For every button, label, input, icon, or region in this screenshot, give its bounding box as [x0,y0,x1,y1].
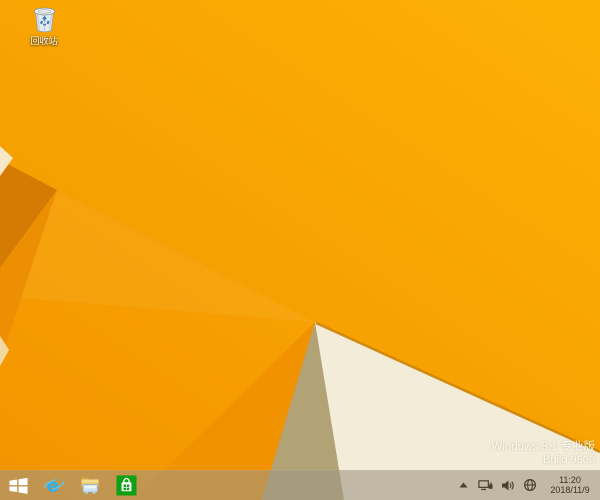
volume-icon [501,480,514,490]
windows-start-icon [8,477,28,494]
show-hidden-icons-button[interactable] [456,470,471,500]
show-hidden-icons-icon [459,482,468,488]
windows-store-button[interactable] [108,470,144,500]
svg-text:e: e [47,475,59,496]
file-explorer-button[interactable] [72,470,108,500]
input-indicator-icon [523,478,536,492]
clock-time: 11:20 [559,474,581,485]
network-icon [478,479,493,490]
desktop-icon-label: 回收站 [30,36,58,46]
clock-date: 2018/11/9 [550,485,590,495]
desktop[interactable]: 回收站 Windows 8.1 专业版 Build 9600 e 11:20 2… [0,0,600,500]
windows-store-icon [115,474,137,496]
network-tray-button[interactable] [478,470,493,500]
wallpaper-image [0,0,600,500]
taskbar-clock[interactable]: 11:20 2018/11/9 [544,475,596,496]
taskbar[interactable]: e 11:20 2018/11/9 [0,470,600,500]
input-indicator-button[interactable] [522,470,537,500]
internet-explorer-button[interactable]: e [36,470,72,500]
recycle-bin-icon [33,7,55,33]
file-explorer-icon [81,477,99,494]
internet-explorer-icon: e [43,475,65,496]
system-tray[interactable]: 11:20 2018/11/9 [456,470,600,500]
start-button[interactable] [0,470,36,500]
desktop-icon-recycle-bin[interactable]: 回收站 [16,5,72,47]
volume-tray-button[interactable] [500,470,515,500]
